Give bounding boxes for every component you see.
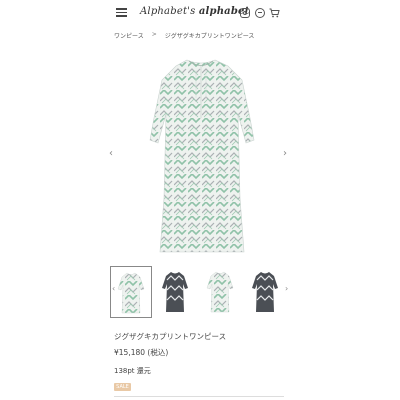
cart-icon[interactable]	[269, 8, 280, 18]
product-main-image[interactable]	[104, 48, 298, 260]
page: Alphabet's alphabet ワンピース > ジグザグキカプリントワン…	[0, 0, 400, 400]
logo-script-text: Alphabet's	[140, 6, 196, 17]
sale-badge: SALE	[114, 383, 131, 391]
thumbnail-2[interactable]	[155, 266, 197, 318]
instagram-icon[interactable]	[240, 8, 250, 18]
menu-icon[interactable]	[116, 8, 127, 17]
product-price: ¥15,180 (税込)	[114, 348, 169, 357]
gallery-next-arrow-icon[interactable]: ›	[283, 148, 287, 159]
line-icon[interactable]	[255, 8, 265, 18]
site-logo[interactable]: Alphabet's alphabet	[140, 6, 249, 17]
breadcrumb-item-current: ジグザグキカプリントワンピース	[164, 33, 255, 40]
breadcrumb-item-onepiece[interactable]: ワンピース	[114, 31, 144, 40]
thumbnail-3[interactable]	[200, 266, 242, 318]
thumbnail-4[interactable]	[245, 266, 287, 318]
product-points: 138pt 還元	[114, 367, 151, 375]
product-name: ジグザグキカプリントワンピース	[114, 332, 227, 341]
breadcrumb-separator: >	[151, 31, 157, 38]
breadcrumb: ワンピース > ジグザグキカプリントワンピース	[114, 31, 254, 40]
thumbnail-prev-arrow-icon[interactable]: ‹	[112, 284, 115, 293]
thumbnail-next-arrow-icon[interactable]: ›	[285, 284, 288, 293]
thumbnail-1[interactable]	[110, 266, 152, 318]
gallery-prev-arrow-icon[interactable]: ‹	[109, 148, 113, 159]
divider	[114, 396, 284, 397]
